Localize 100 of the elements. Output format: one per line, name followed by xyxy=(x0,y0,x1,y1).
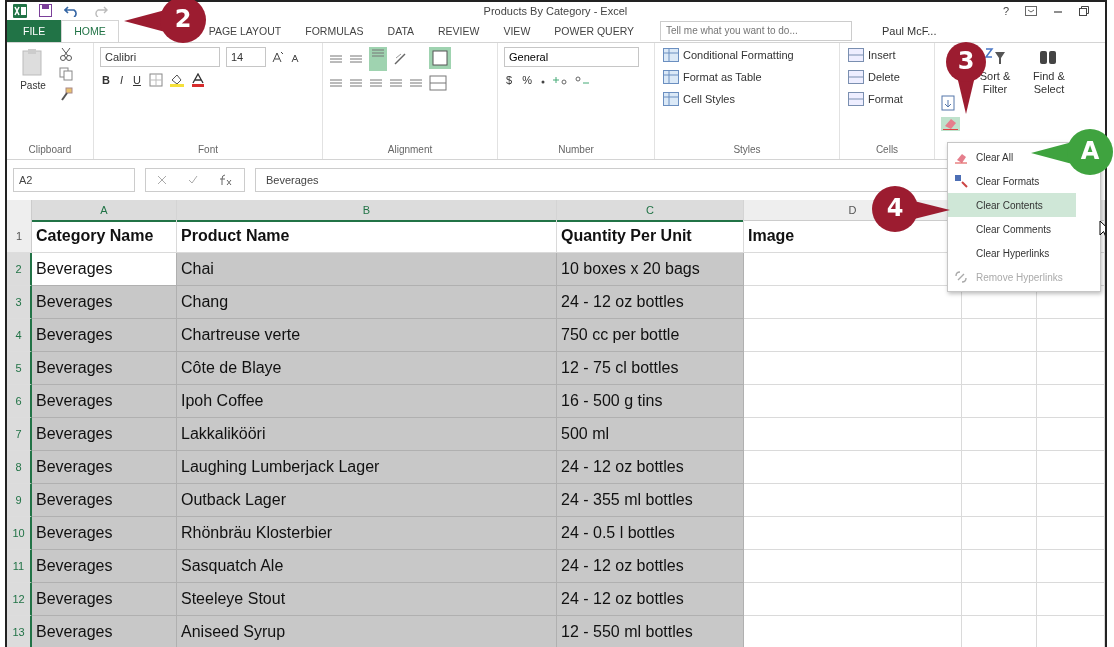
ribbon-tab[interactable]: FORMULAS xyxy=(293,19,376,42)
row-header[interactable]: 1 xyxy=(7,220,32,253)
save-icon[interactable] xyxy=(39,4,52,18)
row-header[interactable]: 7 xyxy=(7,418,32,451)
table-cell: Steeleye Stout xyxy=(177,583,557,616)
ribbon-tab[interactable]: PAGE LAYOUT xyxy=(206,19,294,42)
empty-cell xyxy=(1037,484,1105,517)
table-cell: Rhönbräu Klosterbier xyxy=(177,517,557,550)
table-cell: Chartreuse verte xyxy=(177,319,557,352)
font-color-icon[interactable] xyxy=(190,72,205,87)
ribbon-tab[interactable]: FILE xyxy=(7,19,62,42)
cell-styles-button[interactable]: Cell Styles xyxy=(661,90,796,107)
row-header[interactable]: 13 xyxy=(7,616,32,647)
ribbon-tab[interactable]: REVIEW xyxy=(426,19,492,42)
search-field[interactable]: Tell me what you want to do... xyxy=(660,20,853,41)
borders-icon[interactable] xyxy=(148,72,163,87)
align-left-icon[interactable] xyxy=(329,76,343,89)
decrease-indent-icon[interactable] xyxy=(389,76,403,89)
group-label: Cells xyxy=(874,144,900,158)
top-align-icon[interactable] xyxy=(329,52,343,65)
window-title: Products By Category - Excel xyxy=(482,4,629,17)
align-right-icon[interactable] xyxy=(369,76,383,89)
delete-button[interactable]: Delete xyxy=(846,68,905,85)
table-cell: Beverages xyxy=(32,319,177,352)
empty-cell xyxy=(1037,352,1105,385)
ribbon-tab[interactable]: POWER QUERY xyxy=(542,19,647,42)
ribbon-tab[interactable]: HOME xyxy=(61,19,119,42)
ribbon-tab[interactable]: DATA xyxy=(375,19,427,42)
decrease-decimal-icon[interactable] xyxy=(573,73,590,86)
row-header[interactable]: 6 xyxy=(7,385,32,418)
empty-cell xyxy=(1037,418,1105,451)
percent-button[interactable]: % xyxy=(520,72,534,87)
wrap-text-icon[interactable] xyxy=(429,46,451,69)
table-cell: Ipoh Coffee xyxy=(177,385,557,418)
help-button[interactable]: ? xyxy=(1002,4,1009,17)
clipboard-icon xyxy=(22,47,44,76)
table-cell: 16 - 500 g tins xyxy=(557,385,744,418)
ribbon-tab[interactable]: VIEW xyxy=(491,19,543,42)
clear-button[interactable] xyxy=(941,116,960,131)
check-icon[interactable] xyxy=(188,175,198,186)
group-label: Styles xyxy=(732,144,762,158)
table-cell: 24 - 355 ml bottles xyxy=(557,484,744,517)
row-header[interactable]: 2 xyxy=(7,253,32,286)
scissors-icon[interactable] xyxy=(59,46,73,61)
bold-button[interactable]: B xyxy=(100,72,112,87)
table-cell: Beverages xyxy=(32,253,177,286)
insert-button[interactable]: Insert xyxy=(846,46,905,63)
center-icon[interactable] xyxy=(349,76,363,89)
column-header[interactable]: C xyxy=(557,200,744,222)
redo-icon[interactable] xyxy=(92,4,108,17)
row-header[interactable]: 4 xyxy=(7,319,32,352)
row-header[interactable]: 11 xyxy=(7,550,32,583)
conditional-formatting-button[interactable]: Conditional Formatting xyxy=(661,46,796,63)
currency-button[interactable]: $ xyxy=(504,72,515,87)
row-header[interactable]: 3 xyxy=(7,286,32,319)
table-icon xyxy=(663,91,679,106)
number-format-field[interactable]: General xyxy=(504,46,639,67)
column-header[interactable]: A xyxy=(32,200,177,222)
restore-icon[interactable] xyxy=(1079,5,1089,16)
undo-icon[interactable] xyxy=(64,4,80,17)
format-painter-icon[interactable] xyxy=(59,86,73,101)
bottom-align-icon[interactable] xyxy=(369,46,387,71)
font-size-field[interactable]: 14 xyxy=(226,46,266,67)
user-name[interactable]: Paul McF... xyxy=(882,24,937,37)
underline-button[interactable]: U xyxy=(131,72,143,87)
format-button[interactable]: Format xyxy=(846,90,905,107)
sort-filter-button[interactable]: Sort & Filter xyxy=(976,46,1014,145)
group-label: Number xyxy=(557,144,595,158)
table-cell: Beverages xyxy=(32,484,177,517)
paste-button[interactable]: Paste xyxy=(13,46,53,145)
grow-font-icon[interactable] xyxy=(272,50,284,63)
font-name-field[interactable]: Calibri xyxy=(100,46,220,67)
increase-indent-icon[interactable] xyxy=(409,76,423,89)
sort-filter-icon xyxy=(983,47,1007,66)
orientation-icon[interactable] xyxy=(393,51,409,66)
row-header[interactable]: 8 xyxy=(7,451,32,484)
row-header[interactable]: 9 xyxy=(7,484,32,517)
format-as-table-button[interactable]: Format as Table xyxy=(661,68,796,85)
row-header[interactable]: 10 xyxy=(7,517,32,550)
menu-item[interactable]: Clear All xyxy=(948,145,1018,169)
fill-color-icon[interactable] xyxy=(168,72,185,87)
ribbon-display-icon[interactable] xyxy=(1025,5,1037,16)
cancel-icon[interactable] xyxy=(156,175,167,186)
row-header[interactable]: 12 xyxy=(7,583,32,616)
table-cell: Beverages xyxy=(32,451,177,484)
row-header[interactable]: 5 xyxy=(7,352,32,385)
italic-button[interactable]: I xyxy=(117,72,125,87)
menu-item[interactable]: Clear Contents xyxy=(948,193,1076,217)
table-cell: Sasquatch Ale xyxy=(177,550,557,583)
table-cell: 24 - 0.5 l bottles xyxy=(557,517,744,550)
group-label: Clipboard xyxy=(27,144,73,158)
column-header[interactable]: B xyxy=(177,200,557,222)
insert-function-icon[interactable] xyxy=(219,174,234,187)
copy-icon[interactable] xyxy=(59,66,73,81)
eraser-icon xyxy=(943,117,958,130)
middle-align-icon[interactable] xyxy=(349,52,363,65)
merge-center-icon[interactable] xyxy=(429,74,447,91)
table-cell: Beverages xyxy=(32,385,177,418)
table-cell: Beverages xyxy=(32,517,177,550)
name-box[interactable]: A2 xyxy=(13,168,135,193)
